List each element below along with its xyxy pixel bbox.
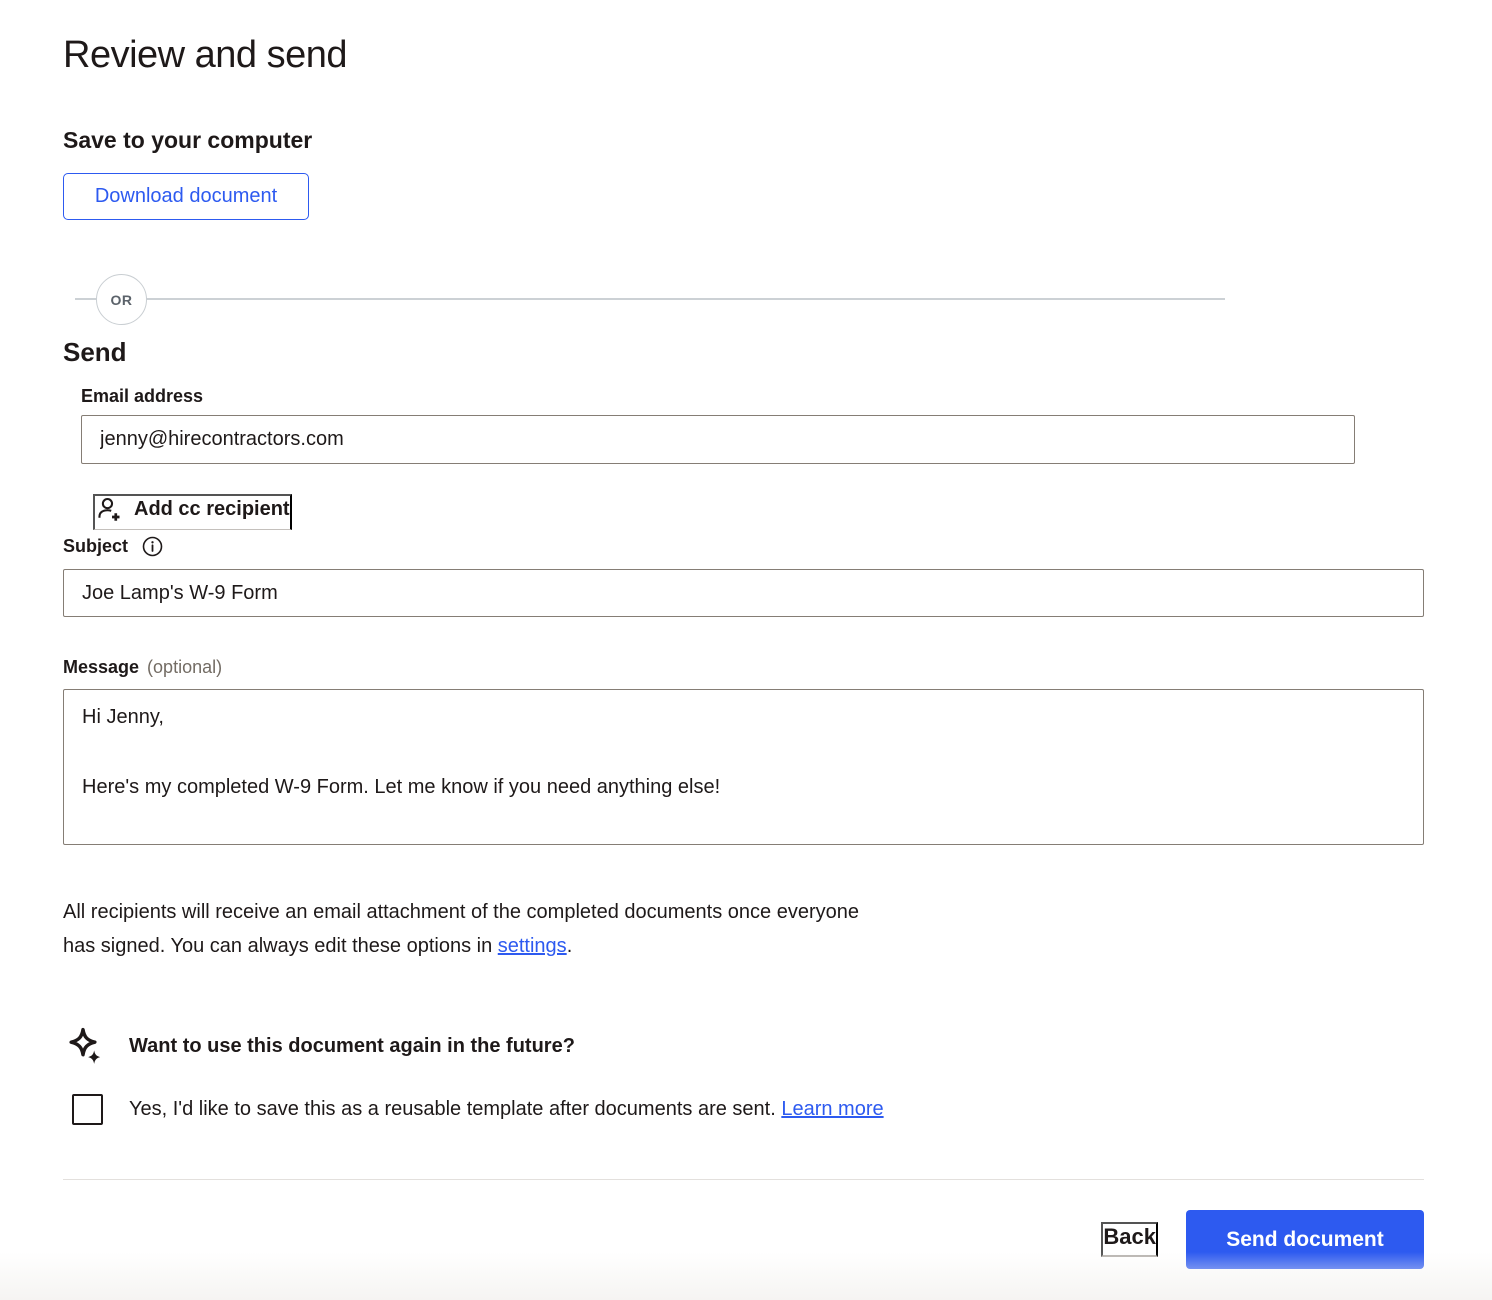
footer-actions: Back Send document xyxy=(63,1210,1424,1269)
template-question-row: Want to use this document again in the f… xyxy=(63,1025,1424,1067)
learn-more-link[interactable]: Learn more xyxy=(781,1098,883,1120)
review-and-send-page: Review and send Save to your computer Do… xyxy=(63,0,1424,1269)
settings-link[interactable]: settings xyxy=(498,935,567,957)
notice-text-after: . xyxy=(567,935,573,957)
save-template-label-text: Yes, I'd like to save this as a reusable… xyxy=(129,1098,781,1120)
message-label: Message xyxy=(63,657,139,678)
add-cc-recipient-link[interactable]: Add cc recipient xyxy=(93,494,292,530)
send-section-heading: Send xyxy=(63,337,1424,368)
save-template-row: Yes, I'd like to save this as a reusable… xyxy=(72,1094,1424,1125)
notice-text: All recipients will receive an email att… xyxy=(63,901,859,957)
recipients-notice: All recipients will receive an email att… xyxy=(63,895,883,963)
or-divider: OR xyxy=(63,274,1424,325)
person-plus-icon xyxy=(95,496,122,523)
back-button[interactable]: Back xyxy=(1101,1222,1158,1257)
send-document-button[interactable]: Send document xyxy=(1186,1210,1424,1269)
message-label-row: Message (optional) xyxy=(63,657,1424,678)
template-question-text: Want to use this document again in the f… xyxy=(129,1035,575,1058)
info-icon[interactable] xyxy=(142,536,163,557)
add-cc-recipient-label: Add cc recipient xyxy=(134,498,290,521)
save-template-label: Yes, I'd like to save this as a reusable… xyxy=(129,1098,884,1121)
email-field-group: Email address Add cc recipient xyxy=(81,386,1424,530)
sparkle-icon xyxy=(63,1025,103,1067)
email-address-label: Email address xyxy=(81,386,1424,407)
save-section-heading: Save to your computer xyxy=(63,127,1424,154)
download-document-button[interactable]: Download document xyxy=(63,173,309,220)
or-badge: OR xyxy=(96,274,147,325)
page-title: Review and send xyxy=(63,34,1424,77)
save-template-checkbox[interactable] xyxy=(72,1094,103,1125)
subject-input[interactable] xyxy=(63,569,1424,617)
footer-divider xyxy=(63,1179,1424,1180)
subject-label: Subject xyxy=(63,536,128,557)
subject-label-row: Subject xyxy=(63,536,1424,557)
message-textarea[interactable]: Hi Jenny, Here's my completed W-9 Form. … xyxy=(63,689,1424,845)
email-address-input[interactable] xyxy=(81,415,1355,464)
or-divider-line xyxy=(75,298,1225,300)
message-optional-hint: (optional) xyxy=(147,657,222,678)
